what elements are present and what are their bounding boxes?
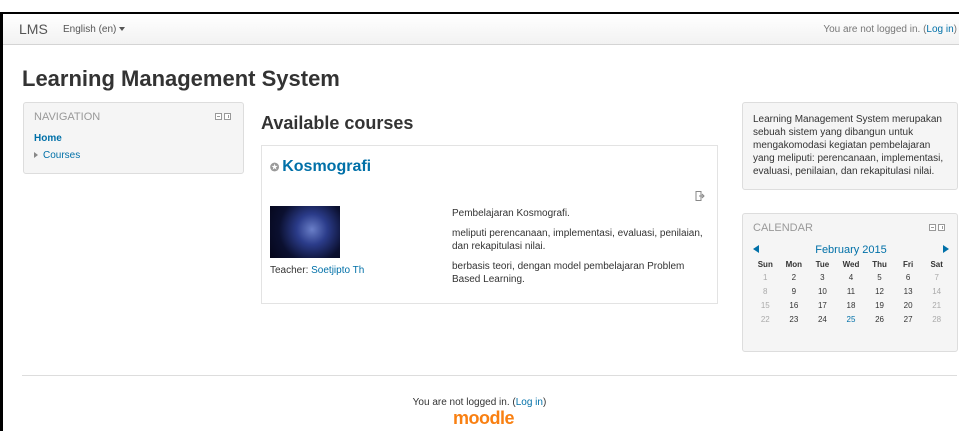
course-summary-line: meliputi perencanaan, implementasi, eval… [452,228,703,252]
calendar-day: 27 [903,314,913,324]
calendar-week: 22 23 24 25 26 27 28 [751,312,951,326]
login-info-suffix: ) [953,24,957,35]
calendar-title: CALENDAR [753,222,813,234]
page-title: Learning Management System [22,66,340,91]
course-card: ✪ Kosmografi Teacher: Soetjipto Th Pembel… [261,145,718,304]
footer-divider [22,375,957,376]
navigation-block: NAVIGATION Home Courses [23,102,244,174]
block-actions [215,113,231,120]
moodle-logo[interactable]: moodle [453,408,515,429]
login-info: You are not logged in. (Log in) [823,24,957,35]
calendar-day: 23 [789,314,799,324]
calendar-day: 20 [903,300,913,310]
calendar-week: 15 16 17 18 19 20 21 [751,298,951,312]
collapse-icon[interactable] [929,224,936,231]
weekday-tue: Tue [815,259,830,269]
calendar-day: 16 [789,300,799,310]
weekday-mon: Mon [785,259,803,269]
calendar-day: 18 [846,300,856,310]
calendar-day: 11 [846,286,856,296]
calendar-weekday-row: Sun Mon Tue Wed Thu Fri Sat [751,258,951,270]
calendar-day-today: 25 [846,314,856,324]
next-month-icon[interactable] [943,245,949,253]
calendar-week: 1 2 3 4 5 6 7 [751,270,951,284]
self-enrol-icon[interactable] [695,191,705,201]
course-summary-line: Pembelajaran Kosmografi. [452,208,570,219]
dock-icon[interactable] [938,224,945,231]
brand-link[interactable]: LMS [19,21,48,37]
calendar-day: 26 [875,314,884,324]
available-courses-heading: Available courses [261,113,414,133]
calendar-day: 24 [817,314,827,324]
course-title-link[interactable]: ✪ Kosmografi [270,158,371,176]
calendar-day: 9 [791,286,797,296]
language-label: English (en) [63,24,117,35]
calendar-day: 28 [932,314,942,324]
description-block: Learning Management System merupakan seb… [742,102,958,190]
calendar-day: 15 [760,300,770,310]
calendar-day: 22 [760,314,770,324]
window-frame-left [0,12,3,431]
dock-icon[interactable] [224,113,231,120]
calendar-day: 19 [875,300,884,310]
collapse-icon[interactable] [215,113,222,120]
weekday-fri: Fri [902,259,914,269]
calendar-day: 6 [905,272,911,282]
nav-item-courses[interactable]: Courses [34,150,80,161]
calendar-day: 10 [817,286,827,296]
weekday-sun: Sun [757,259,773,269]
teacher-link[interactable]: Soetjipto Th [311,265,364,276]
calendar-day: 13 [903,286,913,296]
course-summary-line: berbasis teori, dengan model pembelajara… [452,261,685,285]
calendar-grid: Sun Mon Tue Wed Thu Fri Sat 1 2 3 4 5 6 … [751,258,951,326]
calendar-day: 8 [763,286,768,296]
calendar-day: 7 [934,272,939,282]
weekday-thu: Thu [872,259,887,269]
nav-item-courses-label: Courses [43,150,81,161]
calendar-block: CALENDAR February 2015 Sun Mon Tue Wed T… [742,213,958,352]
login-link[interactable]: Log in [926,24,953,35]
navigation-block-title: NAVIGATION [34,111,101,123]
calendar-day: 17 [817,300,827,310]
weekday-sat: Sat [930,259,943,269]
course-icon: ✪ [270,162,280,174]
calendar-day: 3 [820,272,825,282]
nav-item-home[interactable]: Home [34,133,62,144]
top-navbar: LMS English (en) You are not logged in. … [3,14,959,45]
expand-arrow-icon [34,152,38,159]
course-image [270,206,340,258]
calendar-day: 2 [791,272,797,282]
calendar-month-link[interactable]: February 2015 [753,244,949,256]
weekday-wed: Wed [842,259,860,269]
footer-login-link[interactable]: Log in [516,397,543,408]
chevron-down-icon [119,27,126,32]
calendar-nav: February 2015 [753,244,949,256]
teacher-label: Teacher: [270,265,312,276]
calendar-day: 21 [932,300,942,310]
footer-login-info: You are not logged in. (Log in) [0,397,959,408]
calendar-week: 8 9 10 11 12 13 14 [751,284,951,298]
course-teacher: Teacher: Soetjipto Th [270,265,364,276]
course-summary: Pembelajaran Kosmografi. meliputi perenc… [452,207,707,293]
description-text: Learning Management System merupakan seb… [753,114,944,177]
calendar-day: 1 [763,272,768,282]
block-actions [929,224,945,231]
footer-login-text: You are not logged in. ( [412,397,516,408]
calendar-day: 12 [875,286,884,296]
calendar-day: 5 [877,272,882,282]
footer-login-suffix: ) [542,397,547,408]
course-title: Kosmografi [282,158,372,175]
calendar-day: 4 [848,272,854,282]
language-menu[interactable]: English (en) [63,24,126,35]
calendar-day: 14 [932,286,942,296]
login-info-text: You are not logged in. ( [823,24,927,35]
